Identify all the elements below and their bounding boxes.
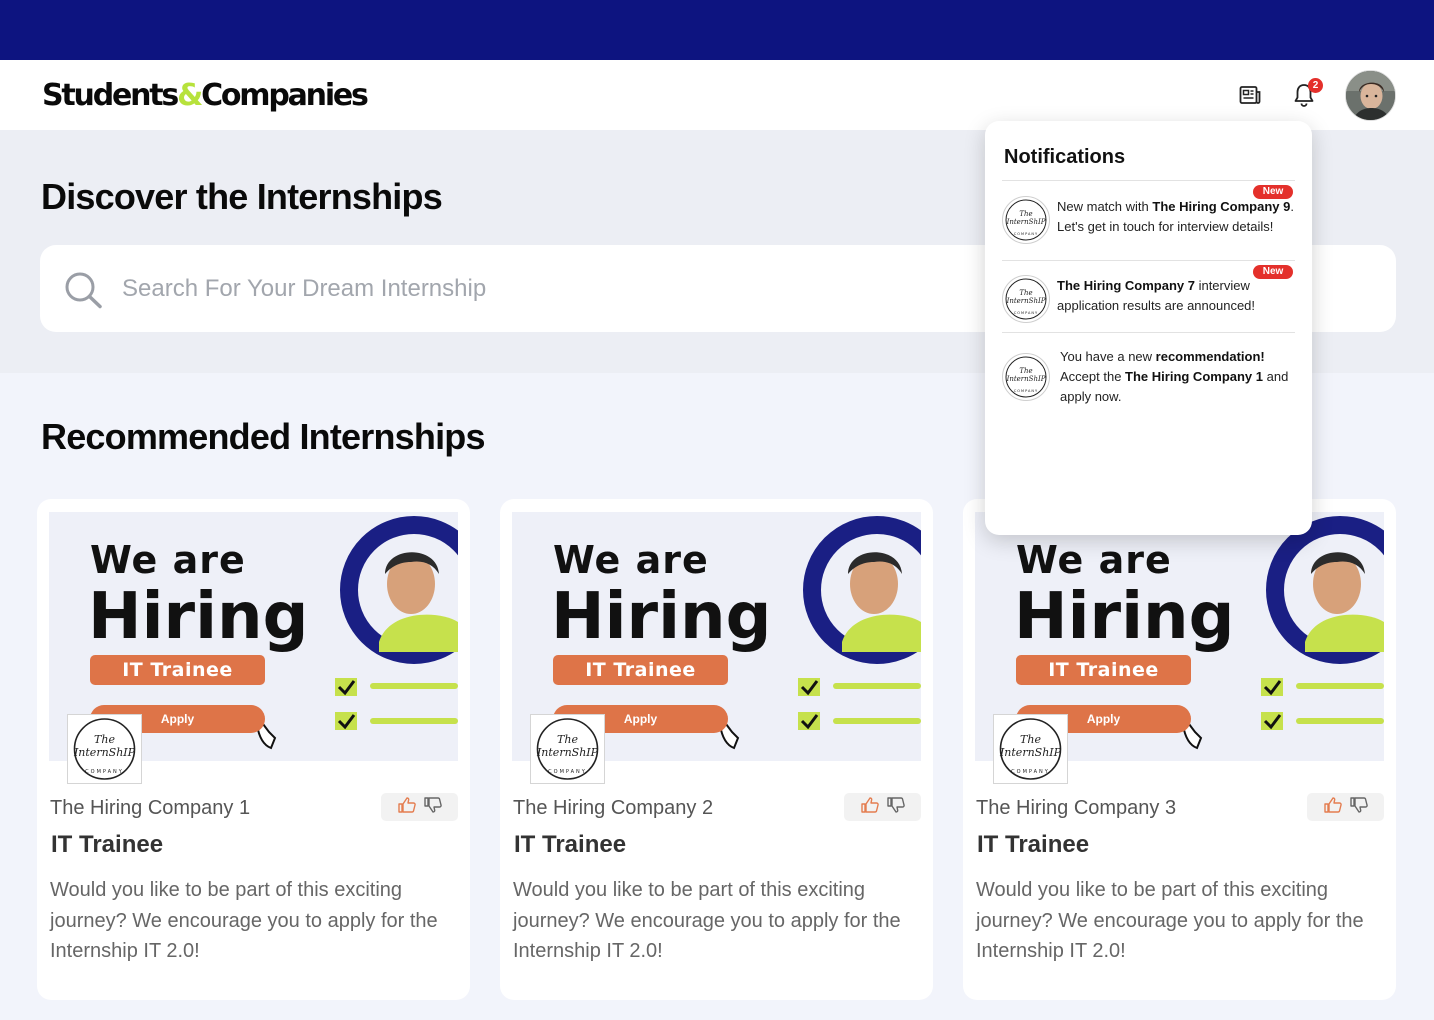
svg-text:The: The <box>1019 210 1032 218</box>
logo-ampersand: & <box>177 78 203 113</box>
card-company-name: The Hiring Company 2 <box>513 797 714 819</box>
thumbs-down-icon[interactable] <box>1349 796 1368 818</box>
notification-line: Let's get in touch for interview details… <box>1057 219 1274 234</box>
search-icon <box>64 271 104 314</box>
svg-text:InternShIP: InternShIP <box>1006 218 1046 226</box>
notification-item[interactable]: New The InternShIP COMPANY New match with … <box>1002 180 1295 260</box>
notification-line: New match with <box>1057 199 1153 214</box>
svg-text:COMPANY: COMPANY <box>85 769 124 775</box>
notification-line: You have a new <box>1060 349 1156 364</box>
svg-text:The: The <box>1019 289 1032 297</box>
svg-text:COMPANY: COMPANY <box>1014 389 1038 393</box>
logo-text-students: Students <box>42 78 179 113</box>
discover-title: Discover the Internships <box>41 176 443 217</box>
notification-emphasis: recommendation! <box>1155 349 1265 364</box>
svg-text:COMPANY: COMPANY <box>1014 311 1038 315</box>
notification-line: apply now. <box>1060 389 1122 404</box>
svg-text:InternShIP: InternShIP <box>536 746 599 759</box>
thumbs-up-icon[interactable] <box>860 796 879 818</box>
recommended-title: Recommended Internships <box>41 416 486 457</box>
svg-text:InternShIP: InternShIP <box>1006 297 1046 305</box>
vote-buttons <box>844 793 921 821</box>
banner-hiring: Hiring <box>1014 580 1235 654</box>
internship-card[interactable]: We are Hiring IT Trainee Apply The Intern… <box>500 499 933 1000</box>
svg-text:InternShIP: InternShIP <box>1006 375 1046 383</box>
banner-we-are: We are <box>553 538 709 582</box>
notification-line: . <box>1290 199 1294 214</box>
svg-text:InternShIP: InternShIP <box>999 746 1062 759</box>
svg-text:COMPANY: COMPANY <box>1011 769 1050 775</box>
company-logo: The InternShIP COMPANY <box>1002 196 1050 244</box>
card-description: Would you like to be part of this exciti… <box>50 879 438 962</box>
notification-item[interactable]: The InternShIP COMPANY You have a new reco… <box>1002 332 1295 412</box>
svg-text:The: The <box>557 733 578 746</box>
banner-hiring: Hiring <box>88 580 309 654</box>
internship-card[interactable]: We are Hiring IT Trainee Apply The Intern… <box>37 499 470 1000</box>
banner-role-pill: IT Trainee <box>553 655 728 685</box>
notification-line: and <box>1263 369 1289 384</box>
banner-we-are: We are <box>1016 538 1172 582</box>
notification-company: The Hiring Company 7 <box>1057 278 1195 293</box>
svg-text:InternShIP: InternShIP <box>73 746 136 759</box>
svg-text:The: The <box>94 733 115 746</box>
svg-text:COMPANY: COMPANY <box>1014 232 1038 236</box>
news-icon[interactable] <box>1237 82 1263 108</box>
thumbs-up-icon[interactable] <box>397 796 416 818</box>
company-logo: The InternShIP COMPANY <box>1002 353 1050 401</box>
company-logo: The InternShIP COMPANY <box>530 714 605 784</box>
banner-hiring: Hiring <box>551 580 772 654</box>
banner-role-pill: IT Trainee <box>90 655 265 685</box>
thumbs-down-icon[interactable] <box>423 796 442 818</box>
notification-line: interview <box>1194 278 1250 293</box>
svg-text:The: The <box>1020 733 1041 746</box>
vote-buttons <box>381 793 458 821</box>
notification-company: The Hiring Company 1 <box>1125 369 1264 384</box>
search-input[interactable] <box>122 269 942 309</box>
card-role-title: IT Trainee <box>514 831 627 858</box>
notification-company: The Hiring Company 9 <box>1152 199 1291 214</box>
company-logo: The InternShIP COMPANY <box>1002 275 1050 323</box>
notification-line: application results are announced! <box>1057 298 1256 313</box>
notification-text: The Hiring Company 7 interview applicati… <box>1057 276 1297 316</box>
notifications-title: Notifications <box>1004 146 1126 168</box>
thumbs-up-icon[interactable] <box>1323 796 1342 818</box>
notification-count-badge: 2 <box>1308 78 1323 93</box>
thumbs-down-icon[interactable] <box>886 796 905 818</box>
card-description: Would you like to be part of this exciti… <box>513 879 901 962</box>
user-avatar[interactable] <box>1345 70 1396 121</box>
company-logo: The InternShIP COMPANY <box>993 714 1068 784</box>
card-company-name: The Hiring Company 1 <box>50 797 251 819</box>
svg-text:The: The <box>1019 367 1032 375</box>
notification-text: New match with The Hiring Company 9. Let… <box>1057 197 1297 237</box>
banner-we-are: We are <box>90 538 246 582</box>
internship-card[interactable]: We are Hiring IT Trainee Apply The Intern… <box>963 499 1396 1000</box>
card-company-name: The Hiring Company 3 <box>976 797 1177 819</box>
notification-line: Accept the <box>1060 369 1126 384</box>
card-role-title: IT Trainee <box>977 831 1090 858</box>
notification-item[interactable]: New The InternShIP COMPANY The Hiring Comp… <box>1002 260 1295 332</box>
svg-text:COMPANY: COMPANY <box>548 769 587 775</box>
top-bar <box>0 0 1434 60</box>
card-description: Would you like to be part of this exciti… <box>976 879 1364 962</box>
brand-logo[interactable]: Students&Companies <box>42 78 369 114</box>
company-logo: The InternShIP COMPANY <box>67 714 142 784</box>
notifications-panel: Notifications New The InternShIP COMPANY N… <box>985 121 1312 535</box>
card-role-title: IT Trainee <box>51 831 164 858</box>
banner-role-pill: IT Trainee <box>1016 655 1191 685</box>
logo-text-companies: Companies <box>201 78 369 113</box>
vote-buttons <box>1307 793 1384 821</box>
notification-text: You have a new recommendation! Accept th… <box>1060 347 1300 407</box>
app-header: Students&Companies <box>0 60 1434 130</box>
